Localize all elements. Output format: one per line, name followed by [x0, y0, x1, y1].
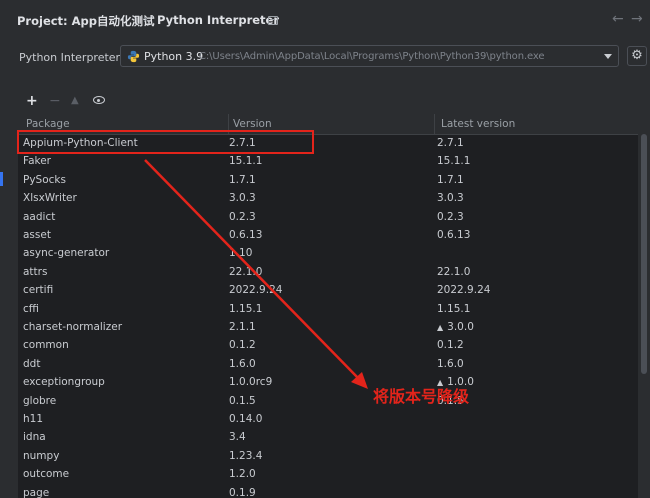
annotation-text: 将版本号降级 — [373, 387, 470, 406]
annotation-arrow — [144, 159, 368, 389]
